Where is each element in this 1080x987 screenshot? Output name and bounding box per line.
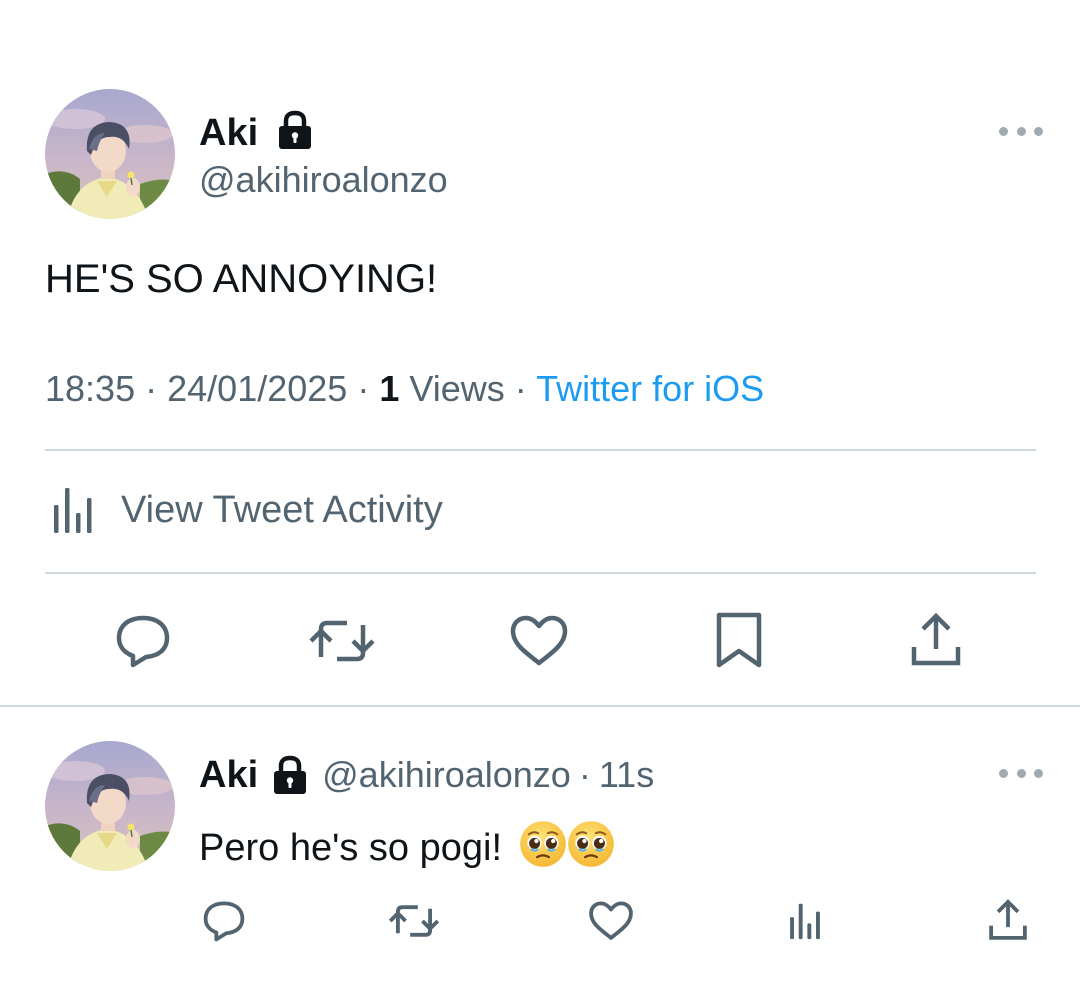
meta-separator: ·	[357, 368, 370, 409]
views-label: Views	[409, 368, 505, 409]
author-avatar[interactable]	[45, 89, 175, 219]
more-options-icon[interactable]	[999, 121, 1043, 141]
lock-icon	[277, 110, 313, 160]
meta-separator: ·	[514, 368, 527, 409]
reply-author-handle[interactable]: @akihiroalonzo	[322, 754, 571, 796]
view-tweet-activity-label: View Tweet Activity	[121, 489, 443, 531]
reply-like-button[interactable]	[587, 898, 635, 944]
like-button[interactable]	[508, 611, 570, 671]
view-tweet-activity-button[interactable]: View Tweet Activity	[45, 485, 443, 535]
retweet-icon	[388, 905, 440, 937]
more-options-icon[interactable]	[999, 763, 1043, 783]
tweet-date[interactable]: 24/01/2025	[167, 368, 347, 409]
retweet-button[interactable]	[307, 611, 377, 671]
author-name[interactable]: Aki	[199, 112, 258, 154]
author-name-row[interactable]: Aki	[199, 110, 313, 160]
reply-icon	[116, 615, 170, 668]
reply-text: Pero he's so pogi!	[199, 827, 502, 869]
reply-button[interactable]	[113, 611, 173, 671]
meta-separator: ·	[145, 368, 158, 409]
reply-age[interactable]: 11s	[599, 754, 654, 796]
pleading-face-emoji	[519, 820, 567, 879]
reply-header: Aki @akihiroalonzo · 11s	[199, 753, 654, 797]
bookmark-icon	[716, 612, 762, 668]
reply-author-name[interactable]: Aki	[199, 753, 258, 797]
share-button[interactable]	[906, 611, 966, 671]
share-icon	[911, 612, 961, 666]
views-count: 1	[379, 368, 400, 409]
meta-separator: ·	[578, 754, 591, 795]
lock-icon	[272, 755, 308, 795]
author-handle[interactable]: @akihiroalonzo	[199, 159, 448, 201]
reply-retweet-button[interactable]	[387, 898, 441, 944]
divider	[45, 572, 1036, 574]
share-icon	[989, 899, 1027, 940]
tweet-source-link[interactable]: Twitter for iOS	[536, 368, 764, 409]
retweet-icon	[309, 620, 375, 662]
reply-icon	[203, 901, 245, 942]
tweet-time[interactable]: 18:35	[45, 368, 135, 409]
divider	[45, 449, 1036, 451]
pleading-face-emoji	[567, 820, 615, 879]
reply-text-row: Pero he's so pogi!	[199, 820, 615, 879]
reply-share-button[interactable]	[985, 898, 1031, 944]
divider	[0, 705, 1080, 707]
like-icon	[510, 615, 568, 666]
tweet-text: HE'S SO ANNOYING!	[45, 257, 438, 301]
reply-author-avatar[interactable]	[45, 741, 175, 871]
tweet-meta: 18:35 · 24/01/2025 · 1 Views · Twitter f…	[45, 367, 764, 411]
analytics-icon	[45, 485, 105, 535]
analytics-icon	[790, 903, 820, 940]
reply-analytics-button[interactable]	[783, 898, 827, 944]
reply-reply-button[interactable]	[201, 898, 247, 944]
bookmark-button[interactable]	[711, 611, 767, 671]
like-icon	[589, 901, 633, 940]
